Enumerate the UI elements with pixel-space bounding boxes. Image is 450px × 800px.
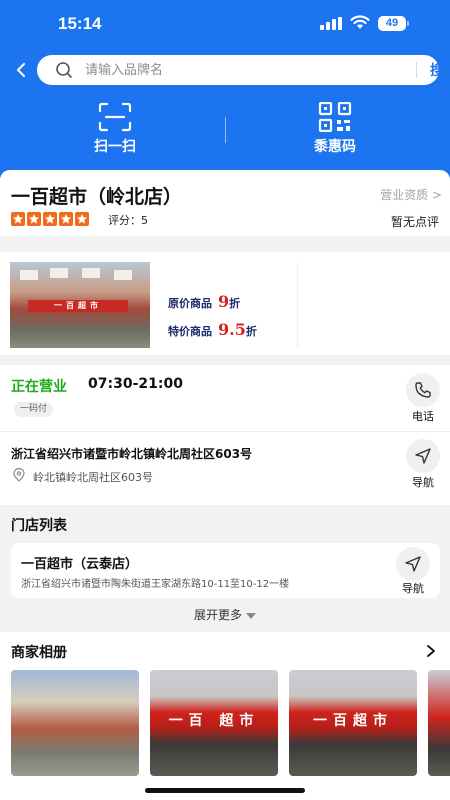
- promo-line-1-unit: 折: [229, 297, 241, 310]
- store-name: 一百超市（岭北店）: [11, 186, 183, 208]
- caret-down-icon: [246, 612, 256, 619]
- location-pin-icon: [13, 468, 25, 482]
- promo-panel[interactable]: 原价商品 9折 特价商品 9.5折: [150, 262, 298, 348]
- rating-stars: [11, 212, 91, 226]
- divider: [0, 431, 450, 432]
- status-bar: 15:14 49: [0, 0, 450, 48]
- scan-label: 扫一扫: [94, 139, 136, 155]
- status-time: 15:14: [58, 14, 102, 33]
- star-icon: [43, 212, 57, 226]
- expand-more-button[interactable]: 展开更多: [0, 606, 450, 623]
- phone-label: 电话: [412, 410, 434, 423]
- album-title: 商家相册: [11, 645, 67, 661]
- search-divider: [416, 62, 417, 78]
- navigation-arrow-icon: [415, 448, 431, 464]
- storefront-image[interactable]: 一百超市: [10, 262, 150, 348]
- promo-line-2-value: 9.5: [218, 320, 246, 339]
- store-item-navigate-label: 导航: [402, 582, 424, 595]
- business-hours: 07:30-21:00: [88, 376, 183, 392]
- search-input[interactable]: [85, 59, 365, 81]
- qr-code-label: 黍惠码: [314, 139, 356, 155]
- license-link[interactable]: 营业资质 >: [380, 186, 442, 203]
- store-address: 浙江省绍兴市诸暨市岭北镇岭北周社区603号: [11, 447, 253, 461]
- promo-line-2-unit: 折: [245, 325, 257, 338]
- review-status[interactable]: 暂无点评: [391, 213, 439, 230]
- scan-button[interactable]: 扫一扫: [60, 100, 170, 162]
- store-info-card: 一百超市（岭北店） 营业资质 > 评分：5 暂无点评: [0, 170, 450, 236]
- hours-address-card: 正在营业 07:30-21:00 一码付 电话 浙江省绍兴市诸暨市岭北镇岭北周社…: [0, 365, 450, 505]
- store-item-navigate-button[interactable]: [396, 547, 430, 581]
- store-address-detail: 岭北镇岭北周社区603号: [33, 471, 153, 484]
- wifi-icon: [350, 15, 370, 29]
- star-icon: [11, 212, 25, 226]
- search-button[interactable]: 搜索: [421, 60, 450, 80]
- star-icon: [75, 212, 89, 226]
- payment-badge: 一码付: [14, 402, 54, 417]
- photo-sign-text: 一百 超市: [168, 713, 260, 729]
- search-icon: [56, 62, 72, 78]
- photo-sign-text: 一百超市: [313, 713, 393, 729]
- battery-icon: 49: [378, 16, 409, 31]
- storefront-sign: 一百超市: [28, 300, 128, 312]
- expand-more-label: 展开更多: [193, 608, 242, 622]
- chevron-right-icon[interactable]: [426, 644, 436, 658]
- promo-banner-card: 一百超市 原价商品 9折 特价商品 9.5折: [0, 252, 450, 355]
- store-list-item[interactable]: 一百超市（云泰店） 浙江省绍兴市诸暨市陶朱街道王家湖东路10-11至10-12一…: [11, 543, 440, 598]
- qr-code-button[interactable]: 黍惠码: [280, 100, 390, 162]
- open-status: 正在营业: [11, 379, 67, 395]
- navigate-label: 导航: [412, 476, 434, 489]
- store-item-name: 一百超市（云泰店）: [21, 557, 139, 572]
- promo-line-2-label: 特价商品: [168, 325, 212, 338]
- signal-icon: [320, 17, 342, 30]
- phone-button[interactable]: [406, 373, 440, 407]
- quick-action-divider: [225, 117, 226, 143]
- navigate-button[interactable]: [406, 439, 440, 473]
- qr-code-icon: [318, 102, 352, 132]
- merchant-album-card: 商家相册 一百 超市 一百超市: [0, 632, 450, 800]
- back-icon[interactable]: [12, 60, 32, 80]
- rating-text: 评分：5: [108, 214, 148, 227]
- promo-line-1-value: 9: [218, 292, 230, 311]
- search-box: 搜索: [37, 55, 450, 85]
- store-item-address: 浙江省绍兴市诸暨市陶朱街道王家湖东路10-11至10-12一楼: [21, 579, 290, 590]
- header: 15:14 49 搜索 扫一: [0, 0, 450, 178]
- home-indicator: [145, 788, 305, 793]
- album-photo[interactable]: 一百超市: [289, 670, 417, 776]
- star-icon: [27, 212, 41, 226]
- star-icon: [59, 212, 73, 226]
- navigation-arrow-icon: [405, 556, 421, 572]
- store-list-title: 门店列表: [11, 518, 67, 534]
- promo-line-1: 原价商品 9折: [168, 292, 240, 311]
- album-photo[interactable]: 一百 超市: [150, 670, 278, 776]
- phone-icon: [415, 382, 431, 398]
- album-photo[interactable]: [428, 670, 450, 776]
- scan-icon: [98, 102, 132, 132]
- promo-line-1-label: 原价商品: [168, 297, 212, 310]
- album-photo[interactable]: [11, 670, 139, 776]
- promo-line-2: 特价商品 9.5折: [168, 320, 257, 339]
